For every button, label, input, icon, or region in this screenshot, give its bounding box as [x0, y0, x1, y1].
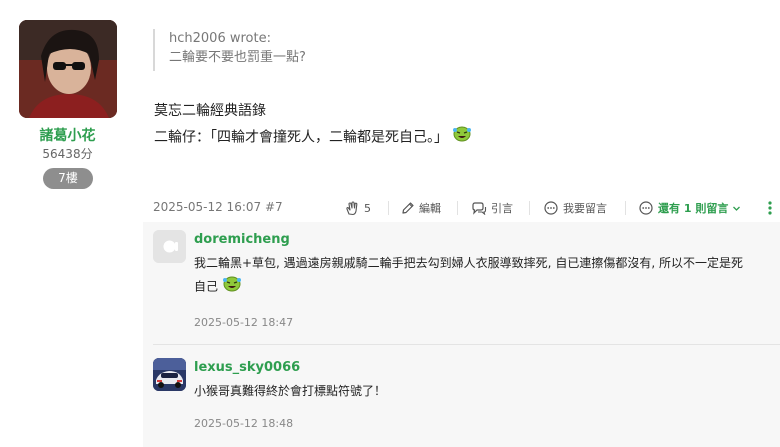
chevron-down-icon: [732, 204, 741, 213]
floor-badge[interactable]: 7樓: [43, 168, 93, 189]
laughing-crying-emoji: [452, 124, 472, 151]
author-points: 56438分: [42, 147, 93, 161]
edit-button[interactable]: 編輯: [401, 198, 441, 218]
clap-icon: [345, 200, 360, 216]
comment-text-line-1: 小猴哥真難得終於會打標點符號了！: [194, 384, 387, 398]
divider: [388, 201, 389, 215]
car-avatar-photo: [153, 358, 186, 391]
comment-username[interactable]: lexus_sky0066: [194, 360, 300, 375]
quote-author: hch2006 wrote:: [169, 31, 271, 46]
comment-text-line-1: 我二輪黑+草包, 遇過遠房親戚騎二輪手把去勾到婦人衣服導致摔死, 自已連擦傷都沒…: [194, 256, 743, 270]
comment-avatar[interactable]: [153, 230, 186, 263]
comment-icon: [543, 200, 559, 216]
quote-label: 引言: [491, 202, 513, 215]
comment-date: 2025-05-12 18:47: [194, 316, 294, 329]
laughing-crying-emoji: [222, 274, 242, 300]
more-comments-toggle[interactable]: 還有 1 則留言: [638, 198, 741, 218]
post-line-2-wrap: 二輪仔：「四輪才會撞死人，二輪都是死自己。」: [154, 124, 472, 151]
post-body: 莫忘二輪經典語錄 二輪仔：「四輪才會撞死人，二輪都是死自己。」: [154, 98, 472, 151]
comment-divider: [153, 344, 780, 345]
default-avatar-icon: [153, 230, 186, 263]
author-column: 諸葛小花 56438分 7樓: [0, 0, 135, 447]
more-comments-label: 還有 1 則留言: [658, 202, 729, 215]
edit-label: 編輯: [419, 202, 441, 215]
leave-comment-button[interactable]: 我要留言: [543, 198, 607, 218]
comment-username[interactable]: doremicheng: [194, 232, 290, 247]
pencil-icon: [401, 201, 415, 215]
comments-area: doremicheng 我二輪黑+草包, 遇過遠房親戚騎二輪手把去勾到婦人衣服導…: [143, 222, 780, 447]
avatar-photo: [19, 20, 117, 118]
kebab-menu-button[interactable]: [767, 198, 773, 218]
quote-button[interactable]: 引言: [471, 198, 513, 218]
post-meta-row: 2025-05-12 16:07 #7 5 編輯 引言 我要留言 還有 1 則留…: [153, 198, 780, 218]
like-count: 5: [364, 201, 371, 215]
kebab-icon: [767, 200, 773, 216]
post-line-2: 二輪仔：「四輪才會撞死人，二輪都是死自己。」: [154, 129, 448, 146]
quote-icon: [471, 201, 487, 215]
post-line-1: 莫忘二輪經典語錄: [154, 103, 266, 119]
author-avatar[interactable]: [19, 20, 117, 118]
divider: [457, 201, 458, 215]
post-date[interactable]: 2025-05-12 16:07 #7: [153, 200, 283, 214]
comment-text-line-2: 自己: [194, 279, 219, 294]
comment-date: 2025-05-12 18:48: [194, 417, 294, 430]
comment-avatar[interactable]: [153, 358, 186, 391]
comment-text-line-2-wrap: 自己: [194, 274, 242, 300]
divider: [529, 201, 530, 215]
more-comments-icon: [638, 200, 654, 216]
quote-block: hch2006 wrote: 二輪要不要也罰重一點?: [153, 29, 306, 71]
like-button[interactable]: 5: [345, 198, 371, 218]
comment-label: 我要留言: [563, 202, 607, 215]
quote-text: 二輪要不要也罰重一點?: [169, 50, 306, 65]
divider: [625, 201, 626, 215]
author-name[interactable]: 諸葛小花: [0, 125, 135, 145]
